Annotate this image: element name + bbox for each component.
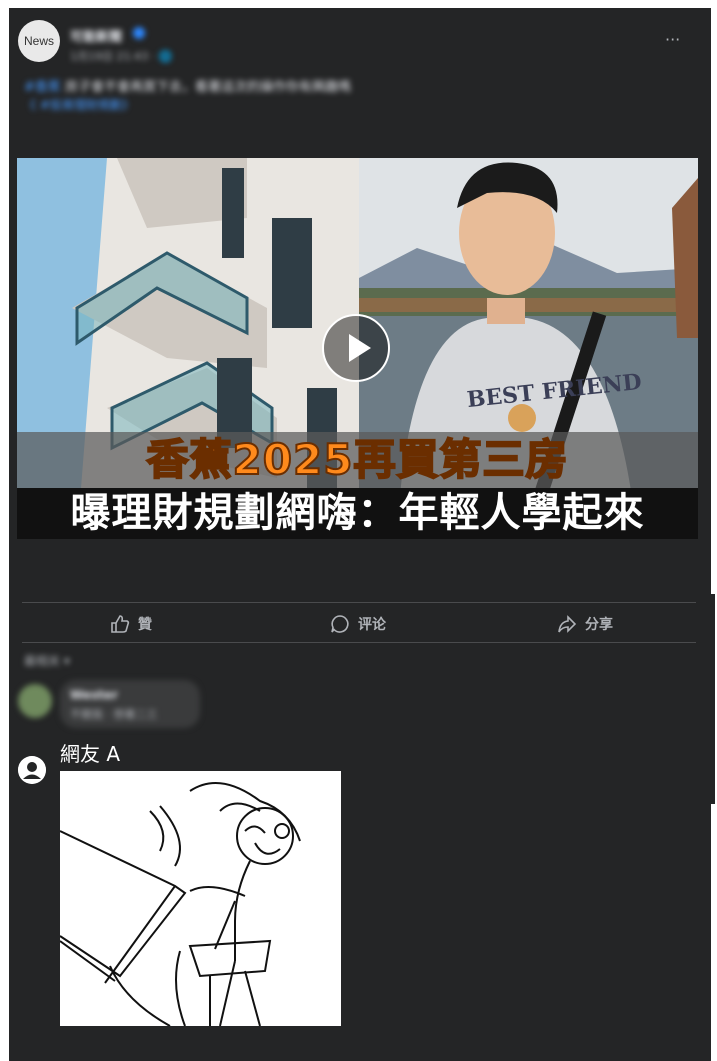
thumbs-up-icon [111,615,130,633]
video-headline-2: 曝理財規劃網嗨：年輕人學起來 [17,488,698,539]
page-name[interactable]: 可能新聞 [70,26,122,45]
comment-button[interactable]: 评论 [330,612,386,636]
post-caption: #香蕉 房子會不會再買下去，看著這次的操作你有興趣嗎 [24,76,351,95]
more-options-icon[interactable]: ··· [665,32,689,50]
comment-label: 评论 [358,617,386,633]
share-arrow-icon [558,615,577,633]
actions-top-divider [22,602,696,603]
commenter-name[interactable]: Wester [70,688,118,702]
commenter-avatar[interactable] [18,684,52,718]
user-avatar-icon[interactable] [18,756,46,784]
caption-hashtag[interactable]: #香蕉 [24,80,61,95]
verified-badge-icon [133,27,145,39]
video-headline-1: 香蕉2025再買第三房 [17,432,698,488]
commenter-name-2[interactable]: 網友 A [60,738,120,767]
share-button[interactable]: 分享 [557,612,613,636]
actions-bottom-divider [22,642,696,643]
caption-link[interactable]: 《 #投資理財規劃》 [24,96,134,113]
like-label: 贊 [138,617,152,633]
comment-text: 不關我 · 想著二三 [70,708,158,721]
like-button[interactable]: 贊 [110,612,152,636]
meme-image[interactable] [59,771,341,1027]
play-button-icon[interactable] [322,314,390,382]
comment-sort-dropdown[interactable]: 最相关 ▾ [24,652,70,669]
page-avatar[interactable]: News [18,20,60,62]
caption-text: 房子會不會再買下去，看著這次的操作你有興趣嗎 [60,80,352,95]
table-flip-drawing [59,782,301,1027]
avatar-text: News [23,34,54,48]
post-timestamp[interactable]: 1月19日 21:43 · 🌐 [70,48,172,64]
comment-bubble-icon [331,615,349,633]
share-label: 分享 [585,617,613,633]
